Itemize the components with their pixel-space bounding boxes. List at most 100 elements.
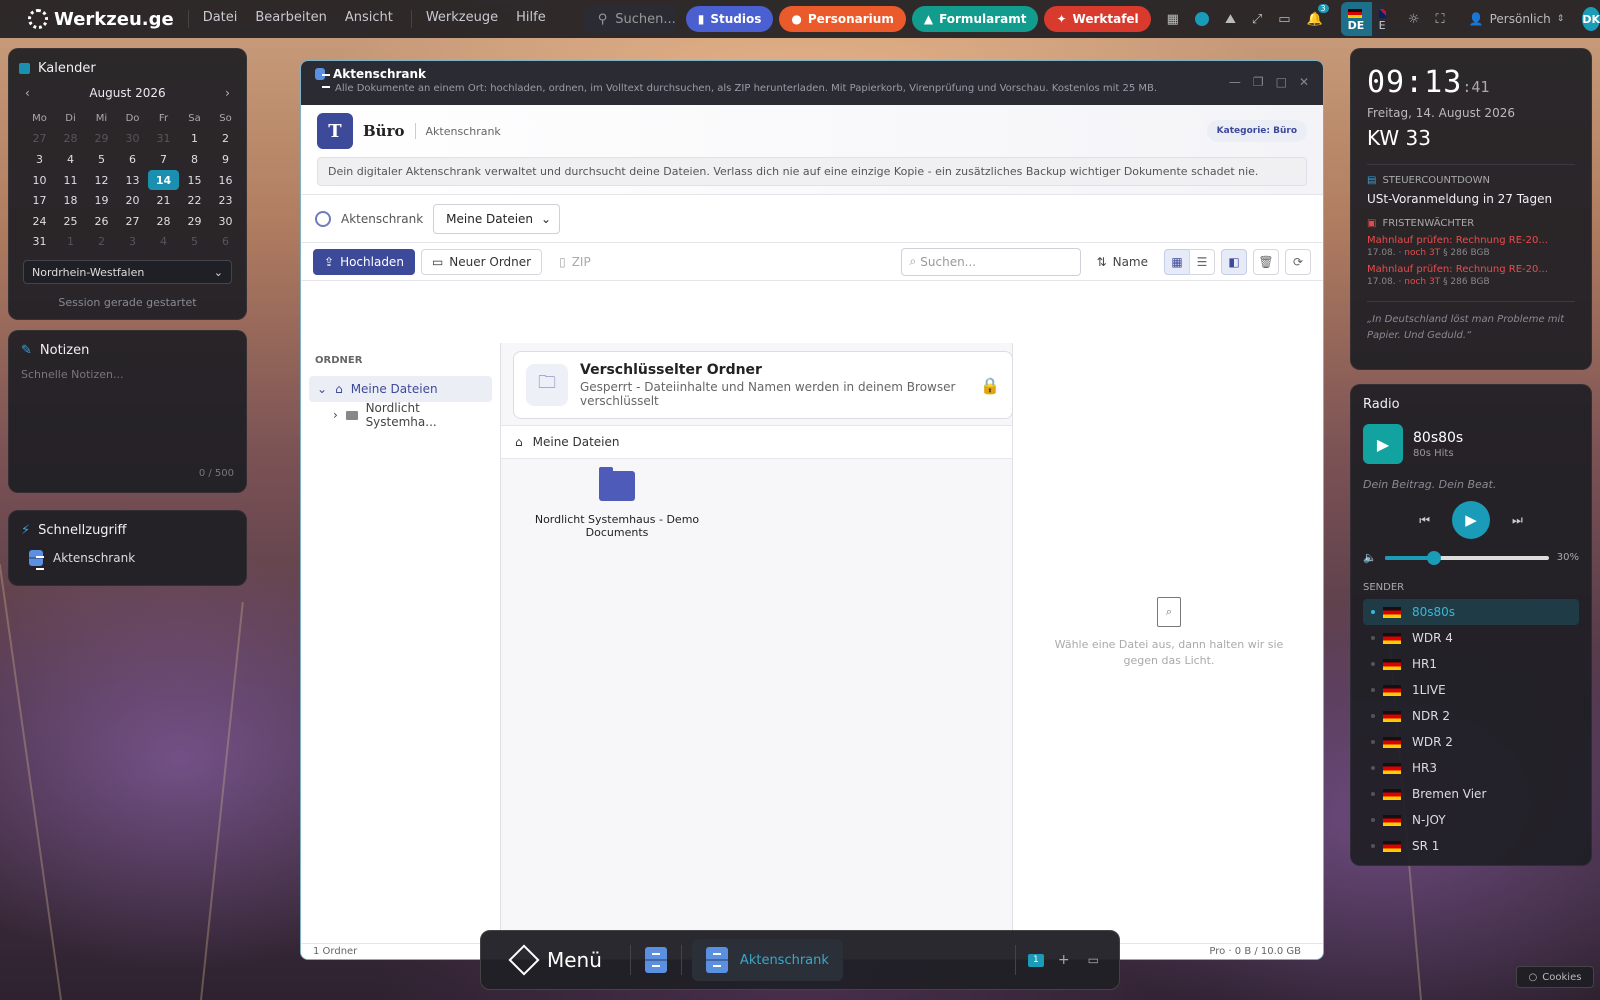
dock-pinned-aktenschrank[interactable] — [644, 947, 667, 973]
calendar-day[interactable]: 12 — [86, 170, 117, 191]
calendar-day[interactable]: 15 — [179, 170, 210, 191]
deadline-item[interactable]: Mahnlauf prüfen: Rechnung RE-20... 17.08… — [1367, 235, 1575, 258]
calendar-day[interactable]: 29 — [86, 129, 117, 150]
calendar-day[interactable]: 6 — [117, 149, 148, 170]
tree-item-root[interactable]: ⌄ ⌂ Meine Dateien — [309, 376, 492, 402]
dock-task-aktenschrank[interactable]: Aktenschrank — [691, 939, 843, 981]
menu-ansicht[interactable]: Ansicht — [345, 10, 393, 28]
calendar-day[interactable]: 1 — [55, 232, 86, 253]
station-item[interactable]: HR3 — [1363, 755, 1579, 781]
lang-de[interactable]: DE — [1340, 2, 1372, 36]
close-icon[interactable]: ✕ — [1299, 75, 1309, 89]
workspace-indicator[interactable]: 1 — [1027, 953, 1044, 967]
calendar-day[interactable]: 3 — [117, 232, 148, 253]
calendar-day[interactable]: 7 — [148, 149, 179, 170]
global-search[interactable]: ⚲ Suchen... — [583, 5, 676, 33]
apps-grid-icon[interactable]: ▦ — [1167, 11, 1179, 27]
skip-back-icon[interactable]: ⏮ — [1419, 513, 1430, 528]
calendar-day[interactable]: 30 — [117, 129, 148, 150]
calendar-day[interactable]: 29 — [179, 211, 210, 232]
landscape-icon[interactable]: ⛰ — [1225, 11, 1236, 27]
calendar-day[interactable]: 26 — [86, 211, 117, 232]
restore-icon[interactable]: ❐ — [1253, 75, 1264, 89]
status-dot-icon[interactable] — [1194, 11, 1209, 27]
minimize-icon[interactable]: — — [1229, 75, 1241, 89]
calendar-day[interactable]: 8 — [179, 149, 210, 170]
calendar-day[interactable]: 5 — [86, 149, 117, 170]
calendar-day[interactable]: 25 — [55, 211, 86, 232]
chevron-left-icon[interactable]: ‹ — [25, 86, 30, 100]
calendar-day[interactable]: 18 — [55, 190, 86, 211]
add-workspace-icon[interactable]: + — [1058, 952, 1070, 968]
new-folder-button[interactable]: ▭ Neuer Ordner — [420, 248, 543, 275]
calendar-day-today[interactable]: 14 — [148, 169, 179, 191]
station-item[interactable]: NDR 2 — [1363, 703, 1579, 729]
calendar-day[interactable]: 5 — [179, 232, 210, 253]
calendar-day[interactable]: 27 — [117, 211, 148, 232]
cookies-button[interactable]: ○ Cookies — [1516, 966, 1594, 988]
calendar-day[interactable]: 28 — [148, 211, 179, 232]
profile-menu[interactable]: 👤 Persönlich ⇕ — [1469, 12, 1565, 26]
calendar-day[interactable]: 9 — [210, 149, 241, 170]
sun-icon[interactable]: ☼ — [1408, 11, 1420, 27]
calendar-day[interactable]: 22 — [179, 190, 210, 211]
start-menu-button[interactable]: Menü — [508, 944, 602, 976]
avatar[interactable]: DK — [1582, 7, 1600, 31]
menu-hilfe[interactable]: Hilfe — [516, 10, 546, 28]
calendar-day[interactable]: 19 — [86, 190, 117, 211]
calendar-day[interactable]: 4 — [55, 149, 86, 170]
calendar-day[interactable]: 13 — [117, 170, 148, 191]
calendar-day[interactable]: 27 — [24, 129, 55, 150]
calendar-day[interactable]: 17 — [24, 190, 55, 211]
bell-icon[interactable]: 🔔 3 — [1307, 4, 1329, 27]
brand-logo[interactable]: Werkzeu.ge — [28, 9, 174, 30]
skip-forward-icon[interactable]: ⏭ — [1512, 513, 1523, 528]
calendar-day[interactable]: 31 — [148, 129, 179, 150]
lock-icon[interactable]: 🔒 — [980, 376, 1000, 395]
file-search-input[interactable]: ⌕ Suchen... — [900, 247, 1081, 276]
station-item[interactable]: HR1 — [1363, 651, 1579, 677]
lang-en[interactable]: EN — [1372, 2, 1386, 36]
station-item[interactable]: Bremen Vier — [1363, 781, 1579, 807]
maximize-icon[interactable]: □ — [1276, 75, 1287, 89]
tree-item-child[interactable]: › Nordlicht Systemha... — [309, 401, 492, 429]
home-icon[interactable]: ⌂ — [515, 435, 523, 449]
chevron-right-icon[interactable]: › — [225, 86, 230, 100]
pill-personarium[interactable]: ● Personarium — [779, 6, 906, 32]
volume-slider[interactable] — [1384, 550, 1549, 565]
folder-item[interactable]: Nordlicht Systemhaus - Demo Documents — [517, 467, 717, 539]
pill-studios[interactable]: ▮ Studios — [685, 6, 774, 32]
grid-view-button[interactable]: ▦ — [1164, 248, 1190, 275]
calendar-day[interactable]: 6 — [210, 232, 241, 253]
deadline-item[interactable]: Mahnlauf prüfen: Rechnung RE-20... 17.08… — [1367, 264, 1575, 287]
station-item[interactable]: WDR 4 — [1363, 625, 1579, 651]
calendar-day[interactable]: 1 — [179, 129, 210, 150]
zip-button[interactable]: ▯ ZIP — [548, 248, 602, 275]
calendar-day[interactable]: 21 — [148, 190, 179, 211]
calendar-day[interactable]: 28 — [55, 129, 86, 150]
calendar-day[interactable]: 23 — [210, 190, 241, 211]
play-icon[interactable]: ▶ — [1363, 424, 1403, 464]
pill-formularamt[interactable]: ▲ Formularamt — [911, 6, 1039, 32]
calendar-day[interactable]: 10 — [24, 170, 55, 191]
breadcrumb-item[interactable]: Meine Dateien — [533, 435, 620, 449]
volume-knob[interactable] — [1426, 550, 1441, 565]
fullscreen-icon[interactable]: ⤢ — [1252, 11, 1262, 27]
state-select[interactable]: Nordrhein-Westfalen ⌄ — [23, 260, 232, 285]
refresh-button[interactable]: ⟳ — [1285, 248, 1311, 275]
upload-button[interactable]: ⇪ Hochladen — [313, 248, 415, 275]
calendar-day[interactable]: 2 — [210, 129, 241, 150]
show-desktop-icon[interactable]: ▭ — [1088, 953, 1099, 967]
station-item[interactable]: 80s80s — [1363, 599, 1579, 625]
calendar-day[interactable]: 4 — [148, 232, 179, 253]
expand-icon[interactable]: ⛶ — [1436, 11, 1445, 27]
speaker-icon[interactable]: 🔈 — [1363, 551, 1377, 564]
list-view-button[interactable]: ☰ — [1189, 248, 1215, 275]
menu-werkzeuge[interactable]: Werkzeuge — [426, 10, 498, 28]
scope-select[interactable]: Meine Dateien ⌄ — [433, 203, 561, 234]
calendar-day[interactable]: 11 — [55, 170, 86, 191]
station-item[interactable]: 1LIVE — [1363, 677, 1579, 703]
calendar-day[interactable]: 24 — [24, 211, 55, 232]
calendar-day[interactable]: 31 — [24, 232, 55, 253]
menu-datei[interactable]: Datei — [203, 10, 238, 28]
